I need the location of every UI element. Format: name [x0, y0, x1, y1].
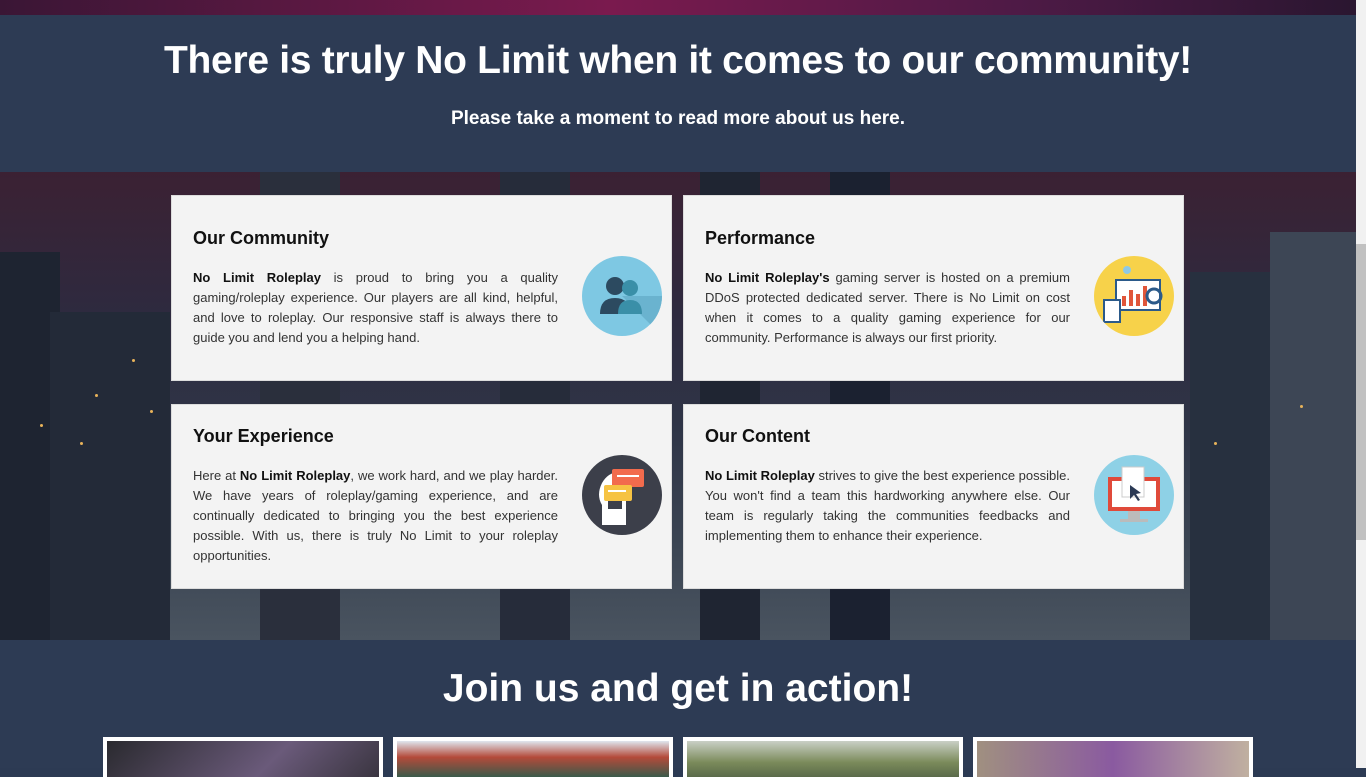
analytics-dashboard-icon	[1094, 256, 1174, 336]
scrollbar-thumb[interactable]	[1356, 244, 1366, 540]
users-icon	[582, 256, 662, 336]
intro-subtitle: Please take a moment to read more about …	[450, 108, 906, 129]
card-your-experience: Your Experience Here at No Limit Rolepla…	[171, 404, 672, 589]
card-our-community: Our Community No Limit Roleplay is proud…	[171, 195, 672, 381]
card-title: Our Community	[193, 228, 330, 248]
card-performance: Performance No Limit Roleplay's gaming s…	[683, 195, 1184, 381]
card-title: Performance	[705, 228, 816, 248]
monitor-document-icon	[1094, 455, 1174, 535]
gallery-thumbnail[interactable]	[393, 737, 673, 777]
card-text: No Limit Roleplay strives to give the be…	[705, 468, 1070, 543]
card-title: Your Experience	[193, 426, 334, 446]
card-text: No Limit Roleplay is proud to bring you …	[193, 270, 559, 345]
card-text: Here at No Limit Roleplay, we work hard,…	[193, 468, 558, 563]
card-our-content: Our Content No Limit Roleplay strives to…	[683, 404, 1184, 589]
join-title: Join us and get in action!	[442, 667, 914, 710]
gallery-thumbnail[interactable]	[973, 737, 1253, 777]
intro-section: There is truly No Limit when it comes to…	[0, 15, 1356, 172]
gallery-thumbnail[interactable]	[683, 737, 963, 777]
head-chat-bubbles-icon	[582, 455, 662, 535]
card-title: Our Content	[705, 426, 810, 446]
hero-bottom-strip	[0, 0, 1356, 15]
card-text: No Limit Roleplay's gaming server is hos…	[705, 270, 1070, 345]
gallery-thumbnail[interactable]	[103, 737, 383, 777]
intro-title: There is truly No Limit when it comes to…	[164, 39, 1192, 82]
